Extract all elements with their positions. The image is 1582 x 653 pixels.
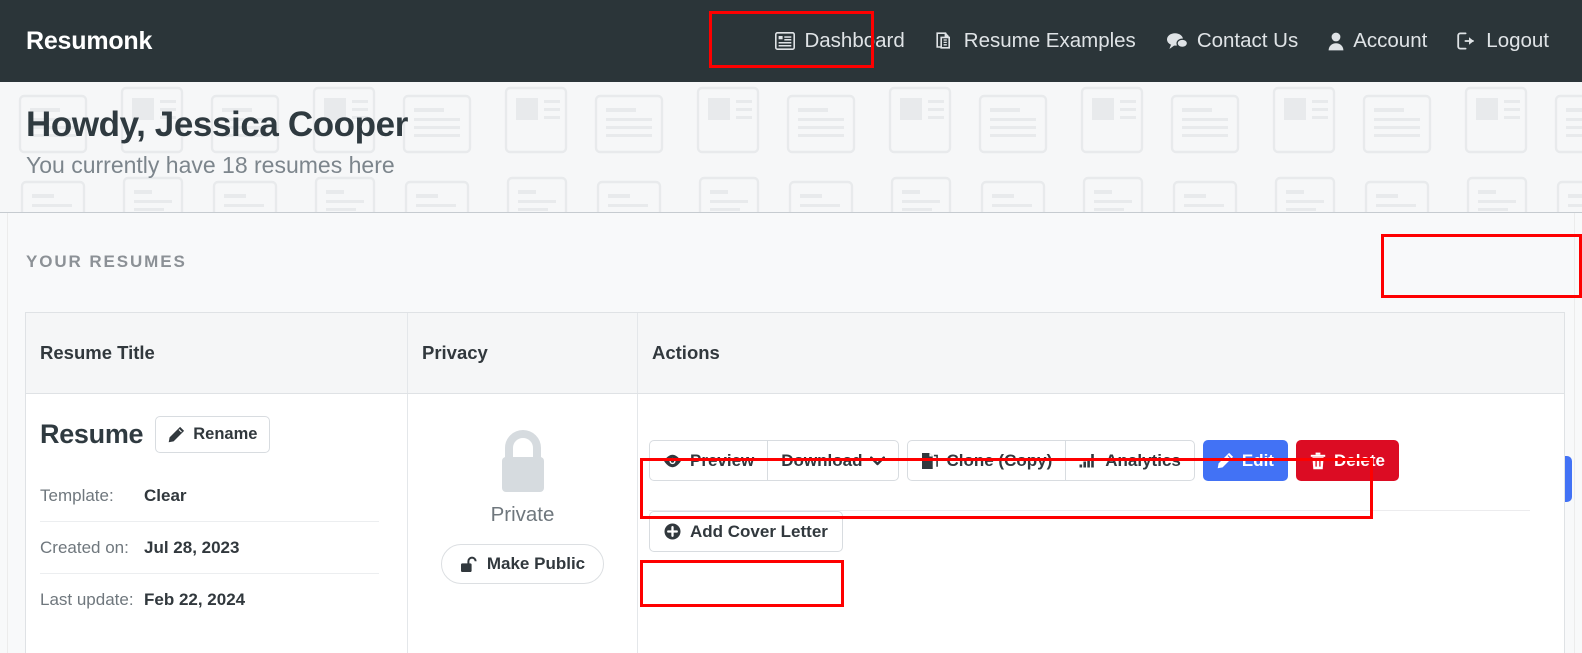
- content-area: YOUR RESUMES Create Resume Resume Title …: [0, 213, 1582, 653]
- privacy-status: Private: [490, 503, 555, 526]
- nav-item-logout[interactable]: Logout: [1442, 19, 1564, 63]
- action-buttons-bar: Preview Download Clone (Copy) Analytics …: [641, 440, 1564, 481]
- plus-circle-icon: [664, 523, 681, 540]
- hero-greeting: Howdy, Jessica Cooper: [26, 105, 408, 144]
- bar-chart-icon: [1079, 453, 1097, 468]
- trash-icon: [1310, 452, 1326, 470]
- dashboard-list-icon: [775, 32, 796, 50]
- documents-copy-icon: [935, 31, 955, 51]
- copy-file-icon: [921, 452, 939, 470]
- add-cover-letter-button[interactable]: Add Cover Letter: [649, 511, 843, 552]
- resume-title-cell: Resume Rename Template: Clear Created on…: [26, 394, 408, 653]
- user-icon: [1328, 32, 1344, 51]
- download-dropdown-button[interactable]: Download: [767, 440, 900, 481]
- nav-item-logout-label: Logout: [1486, 29, 1549, 52]
- rename-button[interactable]: Rename: [155, 416, 271, 453]
- open-padlock-icon: [460, 556, 478, 573]
- rename-button-label: Rename: [193, 425, 258, 443]
- nav-item-account[interactable]: Account: [1313, 19, 1442, 63]
- edit-label: Edit: [1241, 450, 1274, 470]
- hero-banner: Howdy, Jessica Cooper You currently have…: [0, 82, 1582, 213]
- nav-links: Dashboard Resume Examples Contact Us Acc…: [760, 0, 1564, 82]
- brand-logo[interactable]: Resumonk: [26, 27, 152, 56]
- content-right-edge: [1574, 213, 1575, 653]
- edit-button[interactable]: Edit: [1202, 440, 1288, 481]
- clone-analytics-group: Clone (Copy) Analytics: [907, 440, 1195, 481]
- nav-item-resume-examples[interactable]: Resume Examples: [920, 19, 1151, 63]
- make-public-button[interactable]: Make Public: [440, 544, 605, 584]
- meta-value: Feb 22, 2024: [144, 590, 246, 609]
- delete-label: Delete: [1333, 450, 1385, 470]
- page-root: Resumonk Dashboard Resume Examples Conta…: [0, 0, 1582, 653]
- chat-bubbles-icon: [1166, 32, 1188, 50]
- analytics-button[interactable]: Analytics: [1065, 440, 1195, 481]
- meta-key: Created on:: [40, 537, 129, 557]
- preview-label: Preview: [690, 450, 755, 470]
- nav-item-account-label: Account: [1353, 29, 1428, 52]
- column-header-actions: Actions: [652, 342, 720, 363]
- delete-button[interactable]: Delete: [1295, 440, 1399, 481]
- logout-arrow-icon: [1457, 32, 1477, 50]
- nav-item-contact-us-label: Contact Us: [1196, 29, 1299, 52]
- analytics-label: Analytics: [1105, 450, 1181, 470]
- resume-meta-list: Template: Clear Created on: Jul 28, 2023…: [40, 470, 379, 626]
- nav-item-contact-us[interactable]: Contact Us: [1151, 19, 1313, 63]
- section-heading: YOUR RESUMES: [26, 252, 187, 271]
- meta-row-created-on: Created on: Jul 28, 2023: [40, 522, 379, 574]
- clone-copy-label: Clone (Copy): [946, 450, 1053, 470]
- nav-item-dashboard[interactable]: Dashboard: [760, 19, 919, 63]
- download-label: Download: [781, 450, 863, 470]
- nav-item-resume-examples-label: Resume Examples: [963, 29, 1136, 52]
- resumes-table: Resume Title Privacy Actions Resume Rena…: [25, 312, 1565, 653]
- chevron-down-icon: [870, 455, 886, 466]
- clone-copy-button[interactable]: Clone (Copy): [907, 440, 1066, 481]
- column-header-privacy: Privacy: [408, 313, 638, 393]
- meta-row-last-update: Last update: Feb 22, 2024: [40, 574, 379, 626]
- nav-item-dashboard-label: Dashboard: [804, 29, 905, 52]
- add-cover-letter-label: Add Cover Letter: [690, 521, 828, 541]
- table-row: Resume Rename Template: Clear Created on…: [26, 394, 1564, 653]
- resume-name: Resume: [40, 419, 144, 449]
- top-navbar: Resumonk Dashboard Resume Examples Conta…: [0, 0, 1582, 82]
- hero-subtitle: You currently have 18 resumes here: [26, 152, 395, 179]
- content-left-edge: [7, 213, 8, 653]
- meta-value: Clear: [144, 485, 187, 505]
- pencil-icon: [168, 426, 185, 443]
- eye-icon: [663, 454, 682, 468]
- meta-key: Last update:: [40, 590, 134, 609]
- closed-padlock-icon: [493, 428, 553, 496]
- meta-row-template: Template: Clear: [40, 470, 379, 522]
- actions-cell: Preview Download Clone (Copy) Analytics …: [638, 394, 1564, 653]
- column-header-resume-title: Resume Title: [26, 313, 408, 393]
- make-public-label: Make Public: [486, 554, 586, 573]
- pencil-icon: [1217, 452, 1234, 469]
- meta-key: Template:: [40, 485, 114, 505]
- table-header-row: Resume Title Privacy Actions: [26, 313, 1564, 394]
- meta-value: Jul 28, 2023: [144, 537, 240, 557]
- privacy-cell: Private Make Public: [408, 394, 638, 653]
- preview-button[interactable]: Preview: [649, 440, 768, 481]
- preview-download-group: Preview Download: [649, 440, 900, 481]
